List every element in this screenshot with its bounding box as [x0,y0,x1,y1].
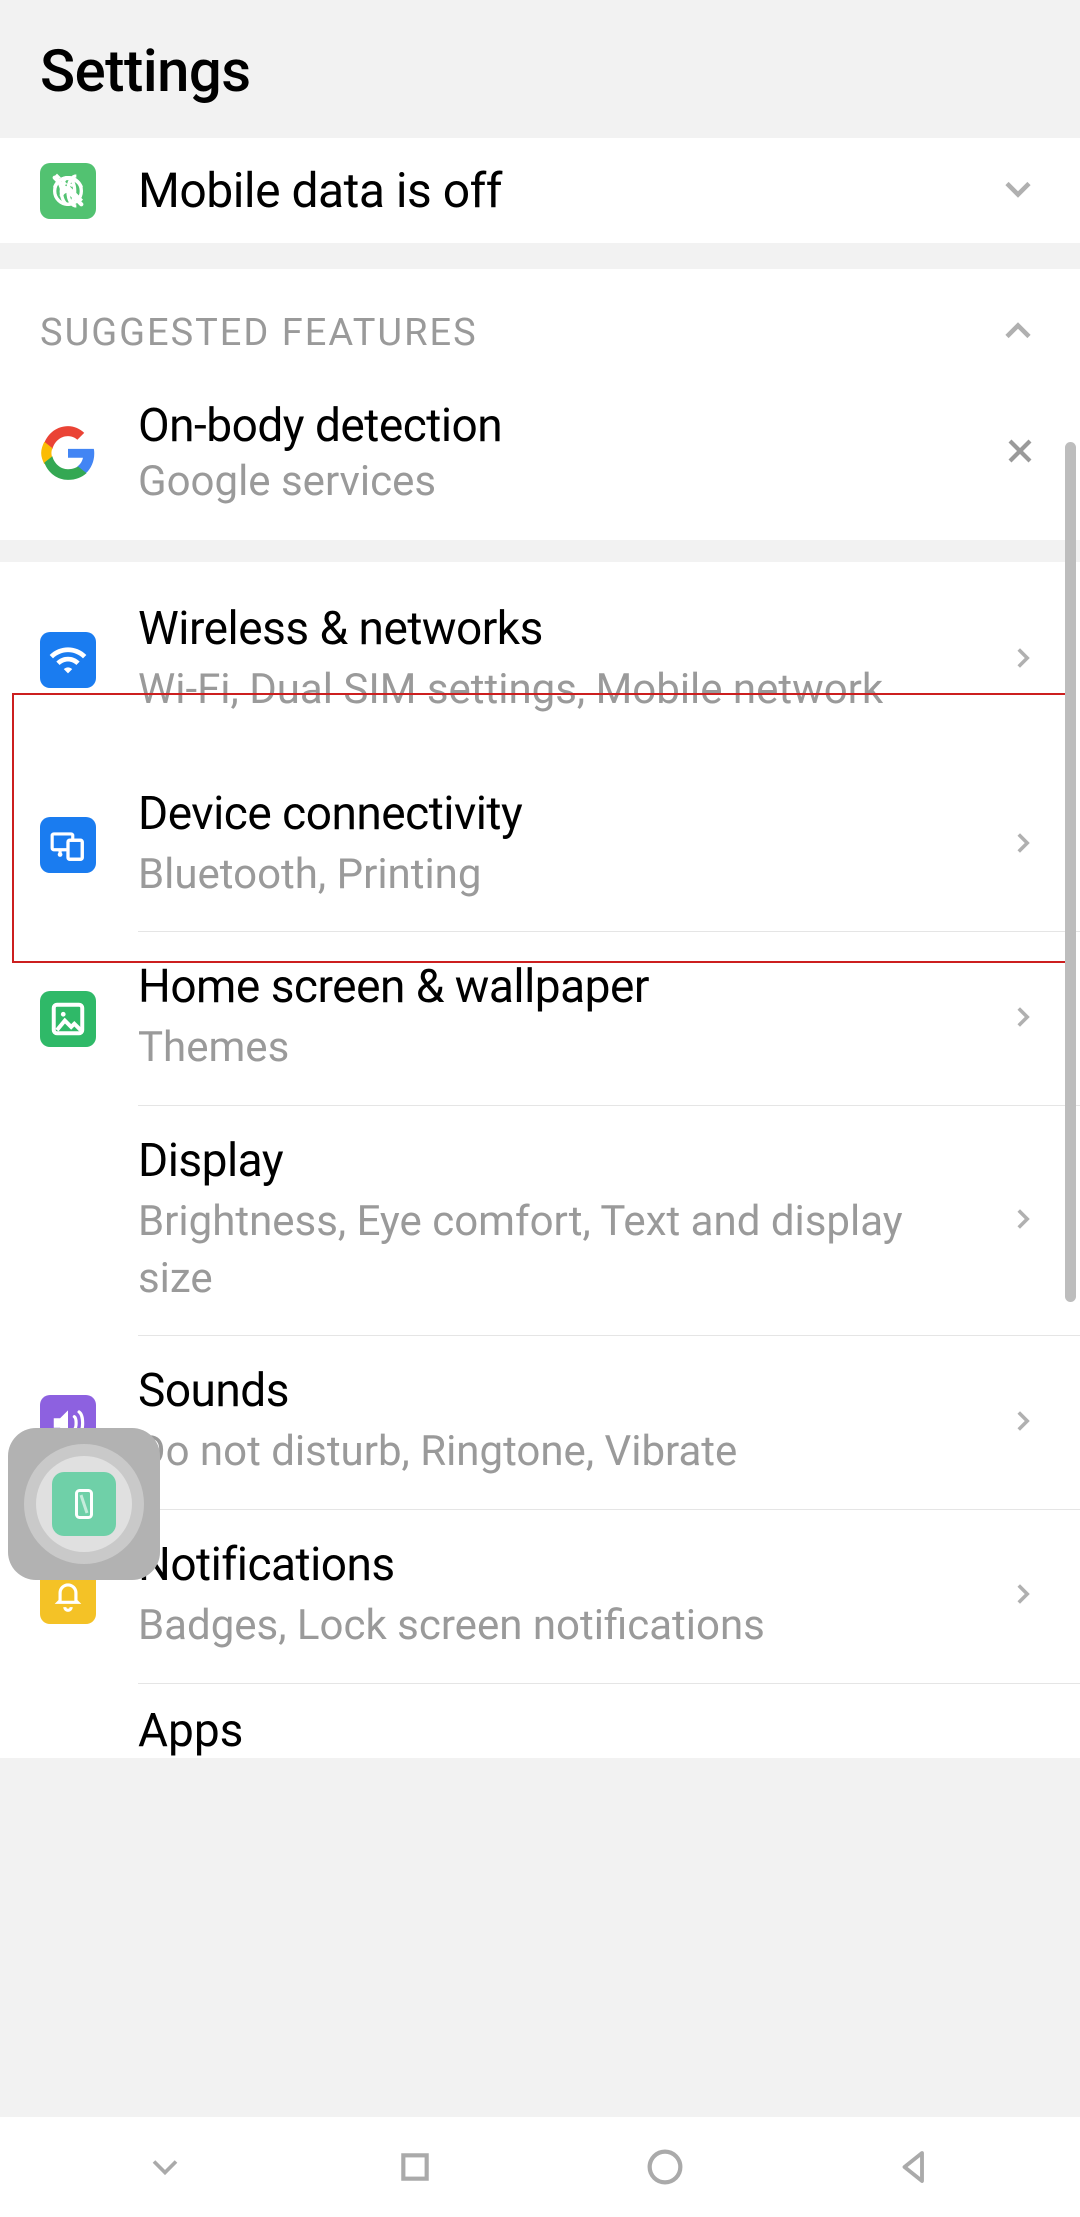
item-apps-cutoff[interactable]: Apps [0,1684,1080,1758]
scrollbar[interactable] [1065,442,1076,1302]
wallpaper-icon [40,991,96,1047]
suggested-features-section: SUGGESTED FEATURES On-body detection Goo… [0,269,1080,540]
mobile-data-off-icon [40,163,96,219]
header: Settings [0,0,1080,138]
item-title: Sounds [138,1364,964,1418]
item-title: Display [138,1134,964,1188]
chevron-right-icon [1006,641,1040,679]
item-title: Device connectivity [138,787,964,841]
nav-hide-keyboard[interactable] [105,2137,225,2197]
item-title: Home screen & wallpaper [138,960,964,1014]
chevron-right-icon [1006,826,1040,864]
chevron-up-icon [996,309,1040,357]
close-icon[interactable] [1000,431,1040,475]
item-desc: Badges, Lock screen notifications [138,1598,964,1655]
suggested-item-desc: Google services [138,457,958,506]
item-title: Notifications [138,1538,964,1592]
page-title: Settings [40,38,1040,106]
nav-back[interactable] [855,2137,975,2197]
chevron-right-icon [1006,1404,1040,1442]
suggested-features-header[interactable]: SUGGESTED FEATURES [0,269,1080,375]
nav-bar [0,2117,1080,2217]
item-desc: Bluetooth, Printing [138,847,964,904]
chevron-right-icon [1006,1577,1040,1615]
item-desc: Brightness, Eye comfort, Text and displa… [138,1194,964,1307]
item-desc: Do not disturb, Ringtone, Vibrate [138,1424,964,1481]
item-home-wallpaper[interactable]: Home screen & wallpaper Themes [0,932,1080,1105]
chevron-right-icon [1006,1202,1040,1240]
item-desc: Wi-Fi, Dual SIM settings, Mobile network [138,662,964,719]
item-display[interactable]: Display Brightness, Eye comfort, Text an… [0,1106,1080,1335]
google-icon [40,425,96,481]
chevron-right-icon [1006,1000,1040,1038]
wifi-icon [40,632,96,688]
item-notifications[interactable]: Notifications Badges, Lock screen notifi… [0,1510,1080,1683]
suggested-item-onbody[interactable]: On-body detection Google services [0,375,1080,540]
mobile-data-status-label: Mobile data is off [138,162,954,219]
item-wireless-networks[interactable]: Wireless & networks Wi-Fi, Dual SIM sett… [0,562,1080,759]
item-desc: Themes [138,1020,964,1077]
section-header-label: SUGGESTED FEATURES [40,311,996,355]
assistive-touch-button[interactable] [8,1428,160,1580]
devices-icon [40,817,96,873]
chevron-down-icon [996,167,1040,215]
mobile-data-status-card[interactable]: Mobile data is off [0,138,1080,243]
item-title: Wireless & networks [138,602,964,656]
item-sounds[interactable]: Sounds Do not disturb, Ringtone, Vibrate [0,1336,1080,1509]
settings-list: Wireless & networks Wi-Fi, Dual SIM sett… [0,562,1080,1684]
item-device-connectivity[interactable]: Device connectivity Bluetooth, Printing [0,759,1080,932]
suggested-item-title: On-body detection [138,399,958,453]
nav-home[interactable] [605,2137,725,2197]
nav-recent[interactable] [355,2137,475,2197]
